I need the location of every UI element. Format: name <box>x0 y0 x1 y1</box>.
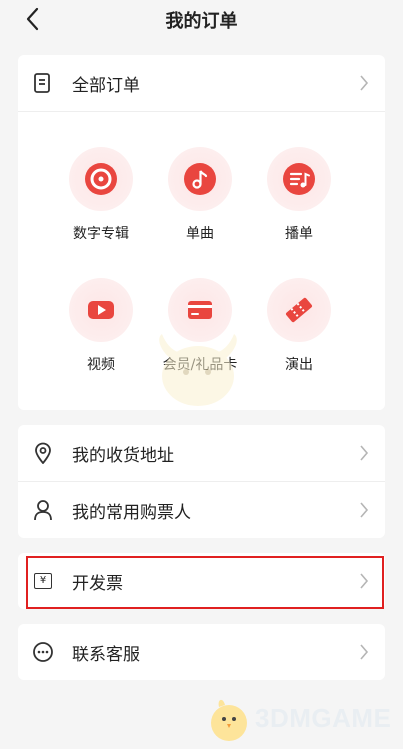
chat-dots-icon <box>32 641 54 663</box>
service-row[interactable]: 联系客服 <box>18 624 385 680</box>
play-video-icon <box>69 278 133 342</box>
grid-label: 演出 <box>285 357 313 373</box>
buyer-label: 我的常用购票人 <box>72 502 191 523</box>
address-label: 我的收货地址 <box>72 445 174 466</box>
grid-item-single[interactable]: 单曲 <box>155 147 245 243</box>
service-card: 联系客服 <box>18 624 385 680</box>
chevron-right-icon <box>360 75 369 91</box>
grid-item-performance[interactable]: 演出 <box>254 278 344 374</box>
person-icon <box>32 499 54 521</box>
chevron-right-icon <box>360 445 369 461</box>
buyer-row[interactable]: 我的常用购票人 <box>18 482 385 538</box>
service-label: 联系客服 <box>72 644 140 665</box>
grid-label: 数字专辑 <box>73 226 129 242</box>
grid-item-playlist[interactable]: 播单 <box>254 147 344 243</box>
header-bar: 我的订单 <box>0 0 403 40</box>
grid-item-digital-album[interactable]: 数字专辑 <box>56 147 146 243</box>
address-row[interactable]: 我的收货地址 <box>18 425 385 481</box>
playlist-icon <box>267 147 331 211</box>
chick-logo-icon <box>211 699 247 741</box>
grid-label: 单曲 <box>186 226 214 242</box>
mascot-watermark-icon <box>159 334 237 406</box>
all-orders-label: 全部订单 <box>72 75 140 96</box>
site-watermark: 3DMGAME <box>205 693 403 749</box>
music-note-icon <box>168 147 232 211</box>
order-list-icon <box>32 72 54 94</box>
account-card: 我的收货地址 我的常用购票人 <box>18 425 385 538</box>
vinyl-icon <box>69 147 133 211</box>
page-title: 我的订单 <box>165 11 238 32</box>
all-orders-row[interactable]: 全部订单 <box>18 55 385 111</box>
invoice-highlight-box <box>26 556 384 609</box>
grid-label: 视频 <box>87 357 115 373</box>
chevron-right-icon <box>360 644 369 660</box>
chevron-right-icon <box>360 502 369 518</box>
grid-label: 播单 <box>285 226 313 242</box>
grid-item-video[interactable]: 视频 <box>56 278 146 374</box>
divider <box>18 111 385 112</box>
ticket-icon <box>267 278 331 342</box>
location-pin-icon <box>32 442 54 464</box>
watermark-text: 3DMGAME <box>255 703 392 733</box>
